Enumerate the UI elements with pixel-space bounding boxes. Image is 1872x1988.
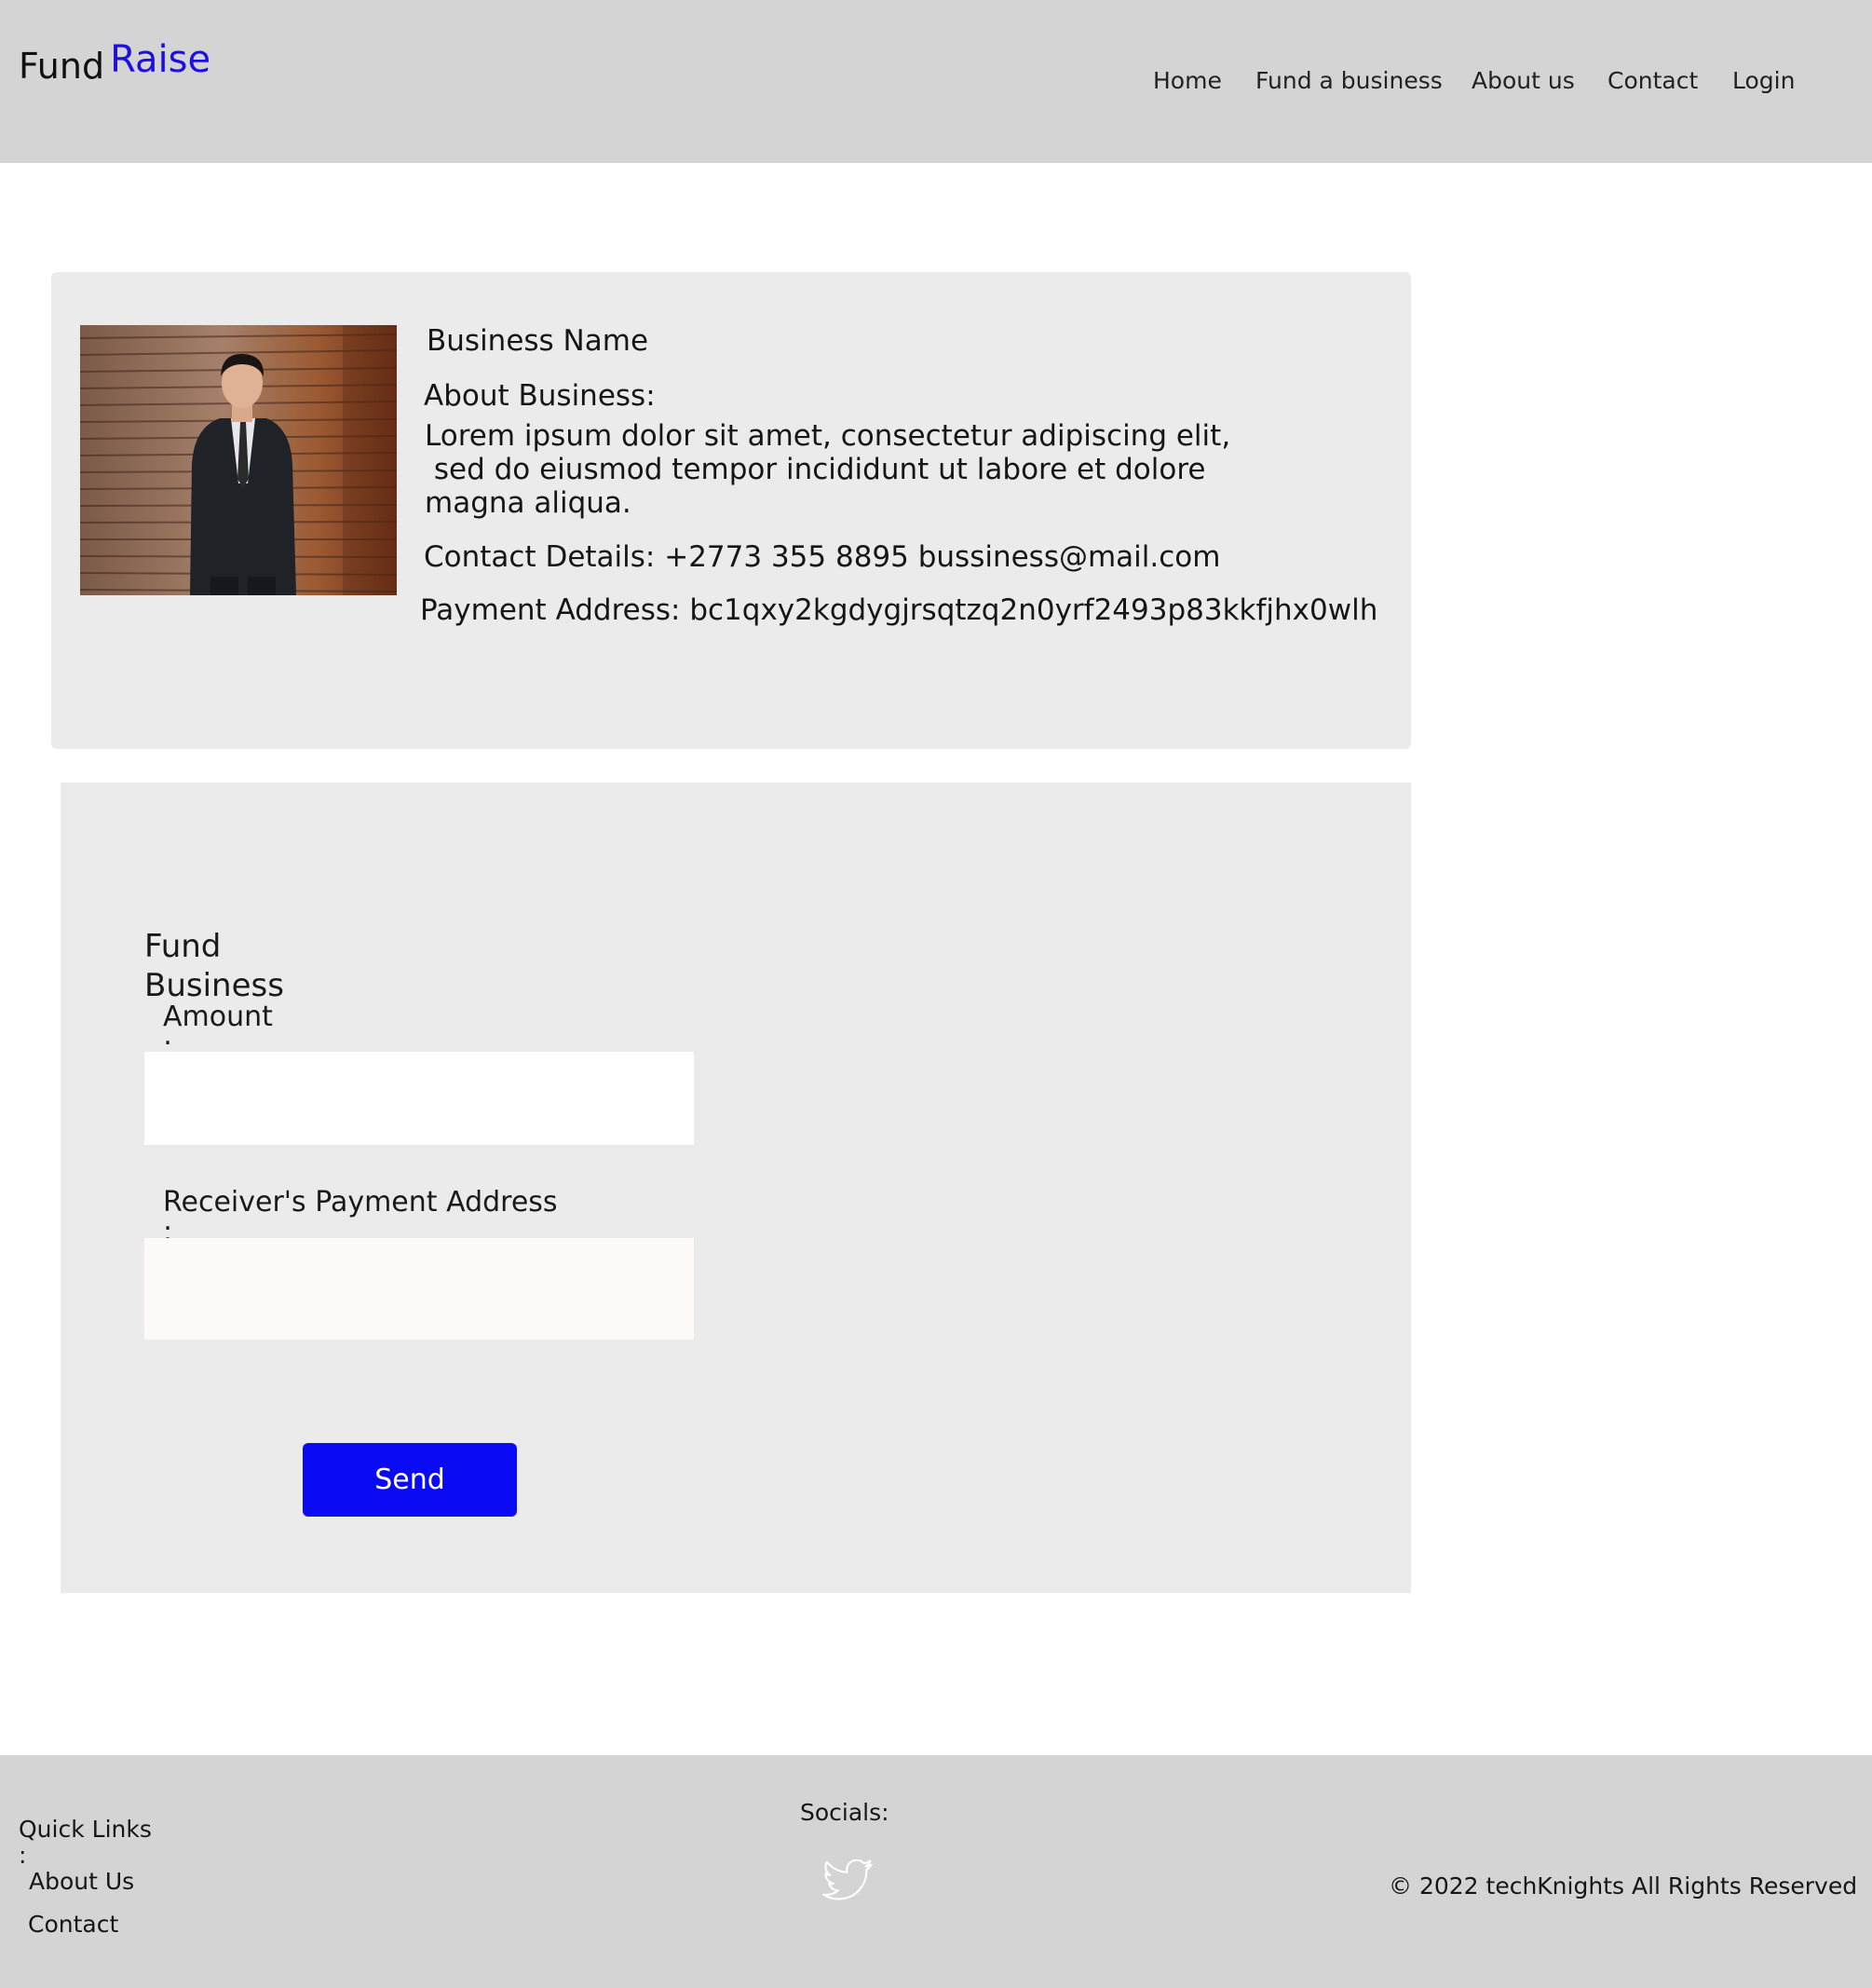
nav-about-us[interactable]: About us xyxy=(1472,67,1575,94)
receiver-address-input[interactable] xyxy=(144,1238,694,1340)
twitter-icon[interactable] xyxy=(821,1859,874,1904)
nav-contact[interactable]: Contact xyxy=(1607,67,1698,94)
about-business-line-2: sed do eiusmod tempor incididunt ut labo… xyxy=(425,453,1206,486)
nav-home[interactable]: Home xyxy=(1153,67,1222,94)
about-business-line-1: Lorem ipsum dolor sit amet, consectetur … xyxy=(425,419,1231,453)
about-business-line-3: magna aliqua. xyxy=(425,486,631,520)
brand-raise-text: Raise xyxy=(110,38,211,81)
form-title: Fund Business xyxy=(144,928,284,1004)
nav-login[interactable]: Login xyxy=(1732,67,1795,94)
businessman-photo xyxy=(80,325,397,595)
brand-logo[interactable]: Fund Raise xyxy=(19,38,210,88)
about-business-label: About Business: xyxy=(424,379,656,413)
socials-label: Socials: xyxy=(800,1799,889,1826)
copyright-text: © 2022 techKnights All Rights Reserved xyxy=(1389,1872,1858,1899)
footer xyxy=(0,1755,1872,1988)
amount-input[interactable] xyxy=(144,1052,694,1145)
brand-fund-text: Fund xyxy=(19,46,105,87)
quick-links-label: Quick Links : xyxy=(19,1816,152,1869)
header xyxy=(0,0,1872,163)
nav-fund-a-business[interactable]: Fund a business xyxy=(1255,67,1443,94)
footer-link-contact[interactable]: Contact xyxy=(28,1912,118,1938)
send-button[interactable]: Send xyxy=(303,1443,517,1517)
business-name: Business Name xyxy=(427,324,649,358)
payment-address: Payment Address: bc1qxy2kgdygjrsqtzq2n0y… xyxy=(420,593,1378,627)
contact-details: Contact Details: +2773 355 8895 bussines… xyxy=(424,540,1221,574)
footer-link-about-us[interactable]: About Us xyxy=(29,1869,134,1895)
